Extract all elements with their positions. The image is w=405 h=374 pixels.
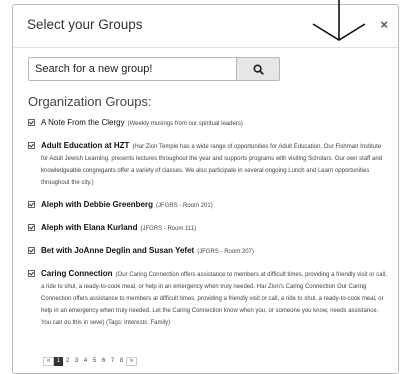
- group-checkbox[interactable]: [28, 142, 35, 149]
- group-name[interactable]: Aleph with Elana Kurland: [41, 223, 137, 232]
- group-checkbox[interactable]: [28, 247, 35, 254]
- group-text: Caring Connection (Our Caring Connection …: [41, 268, 388, 329]
- group-name[interactable]: Aleph with Debbie Greenberg: [41, 200, 153, 209]
- group-description: (Har Zion Temple has a wide range of opp…: [41, 144, 383, 186]
- group-name[interactable]: A Note From the Clergy: [41, 118, 125, 127]
- group-text: Aleph with Debbie Greenberg (JFGRS - Room…: [41, 199, 213, 212]
- section-heading: Organization Groups:: [28, 94, 152, 109]
- group-checkbox[interactable]: [28, 201, 35, 208]
- group-description: (JFGRS - Room 111): [140, 226, 197, 232]
- group-description: (Weekly musings from our spiritual leade…: [127, 121, 243, 127]
- group-name[interactable]: Caring Connection: [41, 269, 113, 278]
- group-item: Bet with JoAnne Deglin and Susan Yefet (J…: [28, 245, 388, 258]
- modal-header: Select your Groups ×: [13, 5, 398, 48]
- group-description: (JFGRS - Room 207): [197, 249, 254, 255]
- group-text: Bet with JoAnne Deglin and Susan Yefet (J…: [41, 245, 254, 258]
- group-item: Caring Connection (Our Caring Connection …: [28, 268, 388, 329]
- group-checkbox[interactable]: [28, 119, 35, 126]
- search-row: [28, 57, 280, 81]
- select-groups-modal: Select your Groups × Organization Groups…: [12, 4, 399, 374]
- close-button[interactable]: ×: [380, 17, 388, 32]
- modal-title: Select your Groups: [27, 17, 143, 32]
- group-list: A Note From the Clergy (Weekly musings fr…: [28, 117, 388, 339]
- group-checkbox[interactable]: [28, 270, 35, 277]
- group-description: (JFGRS - Room 201): [156, 203, 213, 209]
- group-name[interactable]: Bet with JoAnne Deglin and Susan Yefet: [41, 246, 194, 255]
- search-input[interactable]: [28, 57, 236, 81]
- group-text: Adult Education at HZT (Har Zion Temple h…: [41, 140, 388, 189]
- search-button[interactable]: [236, 57, 280, 81]
- group-item: A Note From the Clergy (Weekly musings fr…: [28, 117, 388, 130]
- group-name[interactable]: Adult Education at HZT: [41, 141, 129, 150]
- group-text: A Note From the Clergy (Weekly musings fr…: [41, 117, 243, 130]
- group-text: Aleph with Elana Kurland (JFGRS - Room 11…: [41, 222, 196, 235]
- group-item: Aleph with Elana Kurland (JFGRS - Room 11…: [28, 222, 388, 235]
- group-description: (Our Caring Connection offers assistance…: [41, 272, 387, 326]
- group-item: Aleph with Debbie Greenberg (JFGRS - Room…: [28, 199, 388, 212]
- group-checkbox[interactable]: [28, 224, 35, 231]
- group-item: Adult Education at HZT (Har Zion Temple h…: [28, 140, 388, 189]
- search-icon: [252, 63, 264, 75]
